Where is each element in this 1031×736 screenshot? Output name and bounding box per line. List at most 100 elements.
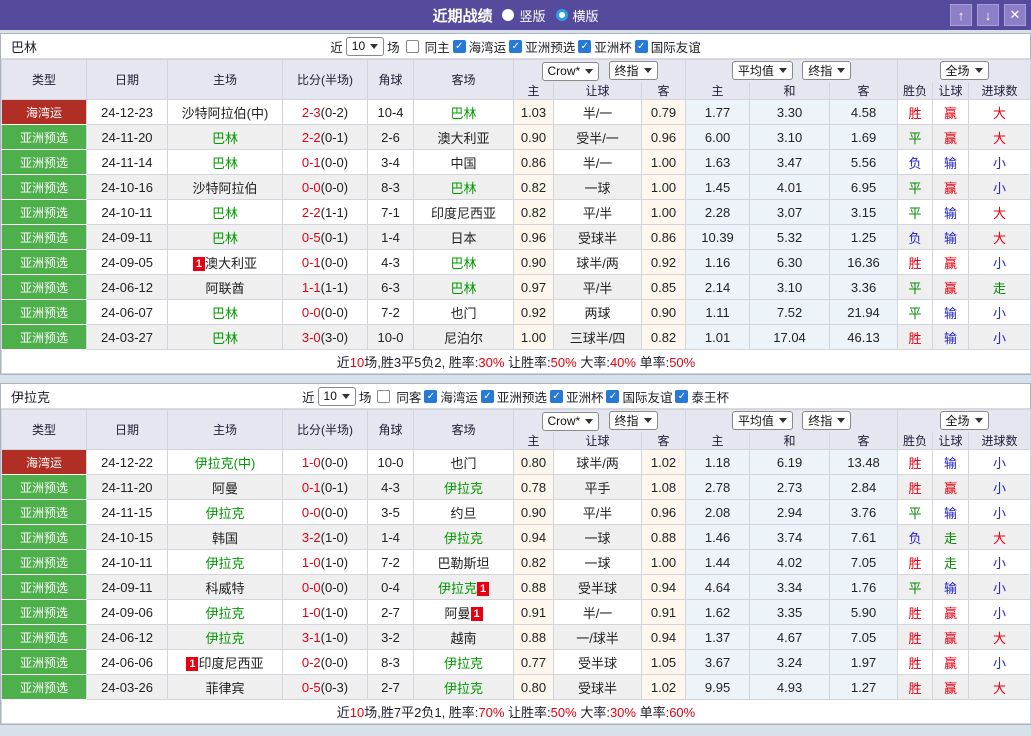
match-type-badge: 亚洲预选 [2, 625, 87, 650]
same-side-checkbox[interactable] [406, 40, 419, 53]
result-cell: 胜 [898, 100, 933, 125]
match-date: 24-10-15 [87, 525, 168, 550]
home-team: 巴林 [168, 225, 283, 250]
corner-score: 3-2 [368, 625, 414, 650]
fulltime-score: 0-2 [302, 655, 321, 670]
competition-checkbox[interactable]: ✓ [606, 390, 619, 403]
odds-away: 0.88 [642, 525, 686, 550]
average-stage-select[interactable]: 终指 [802, 411, 851, 430]
match-row: 亚洲预选24-06-12阿联酋1-1(1-1)6-3巴林0.97平/半0.852… [2, 275, 1031, 300]
match-count-select[interactable]: 10 [346, 37, 384, 56]
summary-row: 近10场,胜7平2负1, 胜率:70% 让胜率:50% 大率:30% 单率:60… [2, 700, 1031, 724]
fulltime-score: 3-2 [302, 530, 321, 545]
col-header-result: 胜负 [898, 432, 933, 450]
match-type-badge: 亚洲预选 [2, 675, 87, 700]
handicap-line: 平/半 [554, 200, 642, 225]
away-team: 伊拉克1 [414, 575, 514, 600]
team-label: 菲律宾 [205, 681, 244, 696]
halftime-score: (0-0) [321, 255, 348, 270]
odds-home: 0.88 [514, 625, 554, 650]
competition-checkbox[interactable]: ✓ [453, 40, 466, 53]
layout-radio-vertical[interactable]: 竖版 [502, 6, 545, 25]
match-row: 亚洲预选24-10-11巴林2-2(1-1)7-1印度尼西亚0.82平/半1.0… [2, 200, 1031, 225]
result-cell: 平 [898, 275, 933, 300]
halftime-score: (1-0) [321, 605, 348, 620]
avg-draw: 7.52 [750, 300, 830, 325]
fulltime-score: 1-1 [302, 280, 321, 295]
radio-vertical-label[interactable]: 竖版 [519, 6, 545, 25]
odds-stage-select[interactable]: 终指 [609, 411, 658, 430]
average-select[interactable]: 平均值 [732, 61, 793, 80]
layout-radio-horizontal[interactable]: 横版 [556, 6, 599, 25]
match-score: 0-1(0-1) [283, 475, 368, 500]
odds-home: 0.90 [514, 250, 554, 275]
corner-score: 2-7 [368, 675, 414, 700]
avg-away: 3.36 [830, 275, 898, 300]
match-count-select[interactable]: 10 [318, 387, 356, 406]
odds-away: 1.00 [642, 200, 686, 225]
team-label: 伊拉克 [444, 531, 483, 546]
competition-checkbox[interactable]: ✓ [578, 40, 591, 53]
competition-checkbox[interactable]: ✓ [424, 390, 437, 403]
goals-result-cell: 大 [969, 625, 1031, 650]
recent-results-panel: 近期战绩 竖版 横版 ↑ ↓ ✕ 巴林 近10场同主✓海湾运✓亚洲预选✓亚洲杯✓… [0, 0, 1031, 736]
competition-checkbox[interactable]: ✓ [550, 390, 563, 403]
handicap-result-cell: 赢 [933, 625, 969, 650]
avg-home: 10.39 [686, 225, 750, 250]
average-stage-select[interactable]: 终指 [802, 61, 851, 80]
radio-horizontal-label[interactable]: 横版 [573, 6, 599, 25]
radio-vertical-icon[interactable] [502, 9, 514, 21]
bookmaker-select[interactable]: Crow* [542, 412, 600, 431]
match-row: 亚洲预选24-09-11科威特0-0(0-0)0-4伊拉克10.88受半球0.9… [2, 575, 1031, 600]
result-cell: 胜 [898, 325, 933, 350]
goals-result-cell: 小 [969, 450, 1031, 475]
radio-horizontal-icon[interactable] [556, 9, 568, 21]
chevron-down-icon [644, 68, 652, 73]
corner-score: 10-0 [368, 450, 414, 475]
match-date: 24-11-15 [87, 500, 168, 525]
same-side-checkbox[interactable] [377, 390, 390, 403]
summary-segment: 60% [669, 705, 695, 720]
scope-select[interactable]: 全场 [940, 411, 989, 430]
match-date: 24-09-11 [87, 575, 168, 600]
competition-label: 国际友谊 [622, 387, 672, 406]
fulltime-score: 0-0 [302, 580, 321, 595]
corner-score: 1-4 [368, 525, 414, 550]
avg-away: 7.61 [830, 525, 898, 550]
odds-stage-select[interactable]: 终指 [609, 61, 658, 80]
summary-segment: 大率: [577, 355, 610, 370]
competition-checkbox[interactable]: ✓ [635, 40, 648, 53]
scope-select[interactable]: 全场 [940, 61, 989, 80]
match-type-badge: 亚洲预选 [2, 275, 87, 300]
average-group-header: 平均值 终指 [686, 410, 898, 432]
bookmaker-select[interactable]: Crow* [542, 62, 600, 81]
avg-away: 16.36 [830, 250, 898, 275]
corner-score: 2-7 [368, 600, 414, 625]
avg-home: 6.00 [686, 125, 750, 150]
match-date: 24-06-12 [87, 625, 168, 650]
competition-checkbox[interactable]: ✓ [509, 40, 522, 53]
col-header-odds-away: 客 [642, 82, 686, 100]
average-select[interactable]: 平均值 [732, 411, 793, 430]
competition-checkbox[interactable]: ✓ [675, 390, 688, 403]
scroll-down-button[interactable]: ↓ [977, 4, 999, 26]
avg-home: 1.46 [686, 525, 750, 550]
odds-home: 0.80 [514, 450, 554, 475]
corner-score: 3-4 [368, 150, 414, 175]
avg-home: 1.37 [686, 625, 750, 650]
handicap-result-cell: 赢 [933, 275, 969, 300]
handicap-result-cell: 输 [933, 575, 969, 600]
home-team: 阿联酋 [168, 275, 283, 300]
avg-away: 3.15 [830, 200, 898, 225]
home-team: 巴林 [168, 325, 283, 350]
close-button[interactable]: ✕ [1004, 4, 1026, 26]
competition-checkbox[interactable]: ✓ [481, 390, 494, 403]
fulltime-score: 0-1 [302, 480, 321, 495]
team-label: 伊拉克 [205, 556, 244, 571]
summary-segment: 50% [669, 355, 695, 370]
filters: 近10场同主✓海湾运✓亚洲预选✓亚洲杯✓国际友谊 [1, 37, 1030, 56]
header-dropdown-row: 类型 日期 主场 比分(半场) 角球 客场 Crow* 终指 平均值 终指 [2, 410, 1031, 432]
match-row: 亚洲预选24-03-27巴林3-0(3-0)10-0尼泊尔1.00三球半/四0.… [2, 325, 1031, 350]
chevron-down-icon [779, 68, 787, 73]
scroll-up-button[interactable]: ↑ [950, 4, 972, 26]
